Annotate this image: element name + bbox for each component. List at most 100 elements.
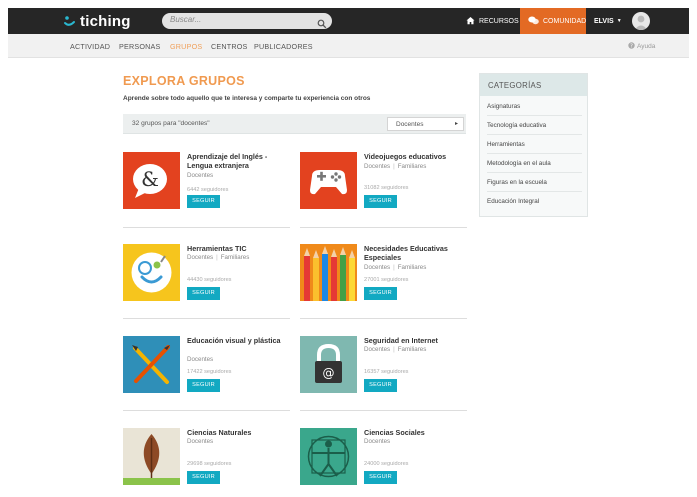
- category-divider: [487, 115, 582, 116]
- category-educacion-integral[interactable]: Educación Integral: [487, 198, 539, 205]
- card-divider: [300, 227, 467, 228]
- follow-button[interactable]: SEGUIR: [364, 287, 397, 300]
- home-icon: [466, 16, 475, 27]
- category-divider: [487, 134, 582, 135]
- padlock-icon[interactable]: @: [300, 336, 357, 393]
- nav-comunidad[interactable]: COMUNIDAD: [520, 8, 586, 34]
- group-title[interactable]: Necesidades Educativas Especiales: [364, 244, 468, 262]
- group-tag: Docentes: [364, 163, 391, 170]
- group-tag: Familiares: [397, 163, 427, 170]
- group-tag: Docentes: [364, 346, 391, 353]
- crayons-icon[interactable]: [300, 244, 357, 301]
- help-link[interactable]: ? Ayuda: [628, 42, 655, 51]
- gamepad-icon[interactable]: [300, 152, 357, 209]
- group-followers: 24000 seguidores: [364, 461, 409, 467]
- caret-down-icon: ▼: [616, 18, 622, 24]
- tab-centros[interactable]: CENTROS: [211, 42, 248, 51]
- top-bar: tiching Buscar... RECURSOS COMUNIDAD ELV…: [8, 8, 689, 34]
- group-tag: Docentes: [364, 438, 391, 445]
- avatar[interactable]: [632, 12, 650, 30]
- follow-button[interactable]: SEGUIR: [364, 471, 397, 484]
- audience-filter-value: Docentes: [396, 120, 424, 128]
- group-tags: Docentes: [187, 438, 213, 445]
- select-arrow-icon: ▸: [454, 121, 458, 127]
- group-title[interactable]: Educación visual y plástica: [187, 336, 291, 345]
- group-tags: Docentes: [187, 172, 213, 179]
- group-card: Videojuegos educativos Docentes | Familiar…: [300, 152, 467, 222]
- tiching-logo[interactable]: tiching: [62, 12, 131, 30]
- brush-pencil-icon[interactable]: [123, 336, 180, 393]
- nav-comunidad-label: COMUNIDAD: [543, 17, 587, 25]
- help-icon: ?: [628, 42, 635, 51]
- card-divider: [123, 227, 290, 228]
- group-title[interactable]: Ciencias Naturales: [187, 428, 291, 437]
- group-tag: Docentes: [187, 356, 214, 363]
- group-title[interactable]: Aprendizaje del Inglés - Lengua extranje…: [187, 152, 291, 170]
- svg-text:&: &: [141, 167, 159, 191]
- group-tags: Docentes | Familiares: [364, 163, 426, 170]
- category-asignaturas[interactable]: Asignaturas: [487, 103, 520, 110]
- group-card: Necesidades Educativas Especiales Docent…: [300, 244, 467, 314]
- follow-button[interactable]: SEGUIR: [187, 195, 220, 208]
- category-tecnologia-educativa[interactable]: Tecnología educativa: [487, 122, 546, 129]
- group-followers: 6442 seguidores: [187, 187, 229, 193]
- page-title: EXPLORA GRUPOS: [123, 74, 245, 88]
- group-followers: 27001 seguidores: [364, 277, 409, 283]
- group-card: & Aprendizaje del Inglés - Lengua extran…: [123, 152, 290, 222]
- search-input[interactable]: Buscar...: [170, 15, 201, 24]
- tag-separator: |: [393, 346, 395, 353]
- group-card: Ciencias Sociales Docentes 24000 seguido…: [300, 428, 467, 497]
- group-followers: 31082 seguidores: [364, 185, 409, 191]
- category-divider: [487, 153, 582, 154]
- group-title[interactable]: Videojuegos educativos: [364, 152, 468, 161]
- tab-grupos[interactable]: GRUPOS: [170, 42, 202, 51]
- group-card: Ciencias Naturales Docentes 29698 seguid…: [123, 428, 290, 497]
- search-icon[interactable]: [317, 16, 327, 34]
- card-divider: [300, 410, 467, 411]
- leaf-icon[interactable]: [123, 428, 180, 485]
- follow-button[interactable]: SEGUIR: [187, 471, 220, 484]
- sub-navigation: ACTIVIDAD PERSONAS GRUPOS CENTROS PUBLIC…: [8, 34, 689, 58]
- tab-actividad[interactable]: ACTIVIDAD: [70, 42, 110, 51]
- group-tags: Docentes | Familiares: [187, 254, 249, 261]
- group-followers: 16357 seguidores: [364, 369, 409, 375]
- vitruvian-man-icon[interactable]: [300, 428, 357, 485]
- tab-personas[interactable]: PERSONAS: [119, 42, 161, 51]
- tag-separator: |: [393, 264, 395, 271]
- audience-filter-select[interactable]: Docentes ▸: [387, 117, 464, 131]
- category-figuras[interactable]: Figuras en la escuela: [487, 179, 547, 186]
- svg-text:?: ?: [630, 44, 633, 49]
- tag-separator: |: [393, 163, 395, 170]
- help-label: Ayuda: [637, 43, 656, 50]
- results-bar: 32 grupos para "docentes" Docentes ▸: [123, 114, 466, 134]
- categories-title: CATEGORÍAS: [480, 74, 587, 96]
- follow-button[interactable]: SEGUIR: [187, 287, 220, 300]
- group-title[interactable]: Seguridad en Internet: [364, 336, 468, 345]
- category-metodologia[interactable]: Metodología en el aula: [487, 160, 551, 167]
- tiching-logo-icon: [62, 14, 77, 29]
- tag-separator: |: [216, 254, 218, 261]
- follow-button[interactable]: SEGUIR: [187, 379, 220, 392]
- user-menu[interactable]: ELVIS ▼: [594, 8, 622, 34]
- svg-text:@: @: [323, 366, 335, 380]
- follow-button[interactable]: SEGUIR: [364, 379, 397, 392]
- group-title[interactable]: Ciencias Sociales: [364, 428, 468, 437]
- follow-button[interactable]: SEGUIR: [364, 195, 397, 208]
- page-subtitle: Aprende sobre todo aquello que te intere…: [123, 95, 371, 102]
- group-card: Herramientas TIC Docentes | Familiares 444…: [123, 244, 290, 314]
- tab-publicadores[interactable]: PUBLICADORES: [254, 42, 313, 51]
- smiley-tools-icon[interactable]: [123, 244, 180, 301]
- group-tags: Docentes: [364, 438, 390, 445]
- nav-recursos[interactable]: RECURSOS: [458, 8, 519, 34]
- group-tag: Docentes: [364, 264, 391, 271]
- group-tag: Familiares: [220, 254, 250, 261]
- group-title[interactable]: Herramientas TIC: [187, 244, 291, 253]
- group-followers: 44430 seguidores: [187, 277, 232, 283]
- group-tag: Familiares: [397, 264, 427, 271]
- group-tag: Docentes: [187, 438, 214, 445]
- category-divider: [487, 191, 582, 192]
- ampersand-speech-icon[interactable]: &: [123, 152, 180, 209]
- search-box[interactable]: Buscar...: [162, 13, 332, 29]
- category-herramientas[interactable]: Herramientas: [487, 141, 525, 148]
- category-divider: [487, 172, 582, 173]
